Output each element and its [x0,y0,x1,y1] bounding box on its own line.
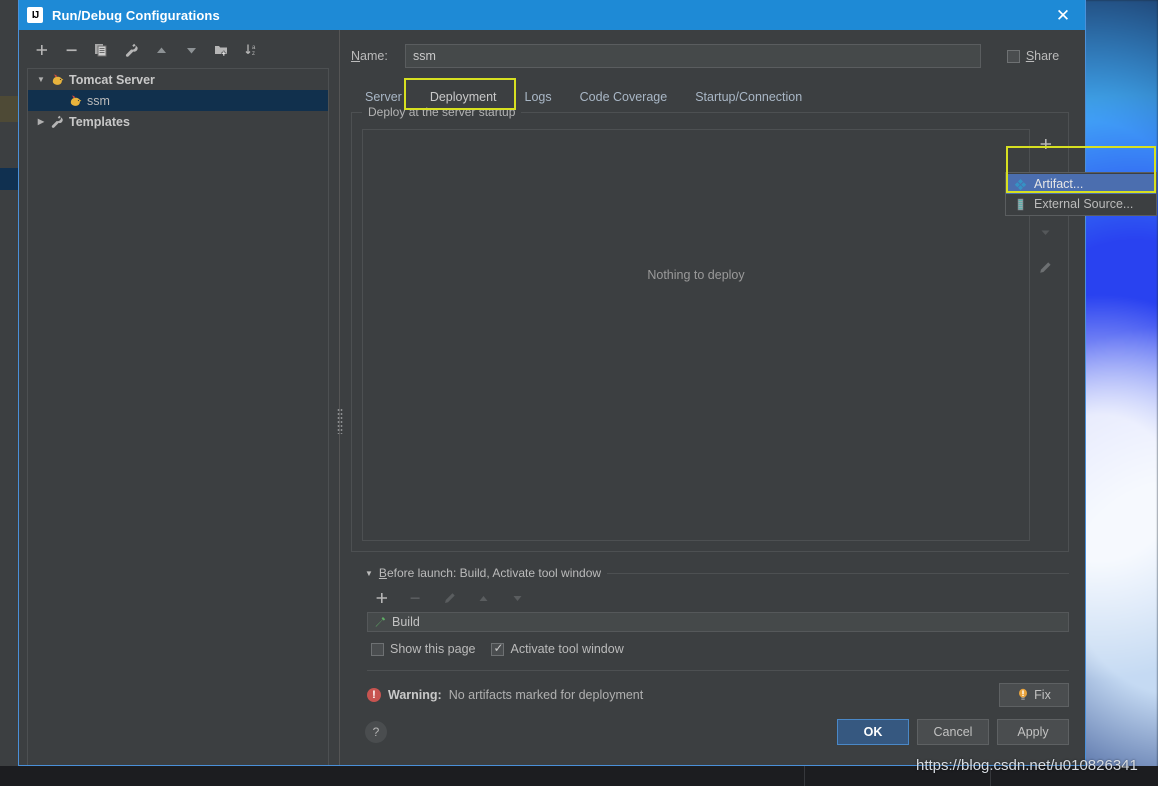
move-up-icon[interactable] [151,40,171,60]
pane-splitter[interactable] [337,30,343,765]
activate-tool-window-checkbox[interactable] [491,641,505,656]
external-source-icon [1014,198,1027,211]
name-input[interactable] [405,44,981,68]
warning-icon: ! [367,688,381,702]
wrench-icon [48,115,66,129]
configurations-toolbar: a z [19,36,337,64]
add-icon[interactable] [31,40,51,60]
close-icon[interactable]: ✕ [1049,1,1077,29]
tree-item-tomcat-server[interactable]: ▼ Tomcat Server [28,69,328,90]
lightbulb-icon [1017,688,1029,702]
fix-button-label: Fix [1034,688,1051,702]
tomcat-icon [48,73,66,87]
edit-pencil-icon [1034,257,1056,279]
add-icon[interactable] [371,588,391,608]
deployment-area: Nothing to deploy [362,113,1060,541]
add-artifact-icon[interactable] [1034,133,1056,155]
splitter-handle[interactable] [337,408,343,434]
warning-row: ! Warning: No artifacts marked for deplo… [367,683,1069,707]
tab-label: Code Coverage [579,90,668,104]
dialog-title: Run/Debug Configurations [52,7,220,23]
menu-item-label: External Source... [1034,197,1134,211]
tab-startup-connection[interactable]: Startup/Connection [681,84,816,112]
show-this-page-group[interactable]: Show this page [371,642,475,656]
tree-item-label: ssm [87,93,110,108]
sort-alphabetically-icon[interactable]: a z [241,40,261,60]
tab-label: Logs [524,90,552,104]
name-label-mnemonic: N [351,49,361,63]
deployment-group-title: Deploy at the server startup [362,105,522,119]
build-hammer-icon [374,616,386,628]
add-deployment-popup-menu[interactable]: Artifact... External Source... [1005,172,1157,216]
show-this-page-label: Show this page [390,642,476,656]
move-down-icon[interactable] [181,40,201,60]
dialog-titlebar: IJ Run/Debug Configurations ✕ [19,0,1085,30]
expand-arrow-icon[interactable]: ▶ [34,117,48,126]
svg-text:z: z [252,51,255,57]
ide-left-strip [0,0,18,766]
run-debug-configurations-dialog: IJ Run/Debug Configurations ✕ a z ▼ Tomc… [18,0,1086,766]
share-label: Share [1025,49,1060,63]
configurations-left-pane: a z ▼ Tomcat Server ssm ▶ Templates [19,30,337,765]
warning-prefix: Warning: [388,688,442,702]
configuration-editor-pane: Name: Share Server Deployment [343,30,1085,765]
screen: IJ Run/Debug Configurations ✕ a z ▼ Tomc… [0,0,1158,786]
deployment-panel: Deploy at the server startup Nothing to … [351,105,1069,552]
activate-tool-window-group[interactable]: Activate tool window [491,641,624,656]
menu-item-artifact[interactable]: Artifact... [1006,174,1156,194]
remove-icon [405,588,425,608]
deployment-list[interactable]: Nothing to deploy [362,129,1030,541]
tab-label: Server [365,90,402,104]
ok-button[interactable]: OK [837,719,909,745]
activate-tool-window-label: Activate tool window [510,642,624,656]
tab-code-coverage[interactable]: Code Coverage [566,84,682,112]
move-down-icon [1034,221,1056,243]
menu-item-external-source[interactable]: External Source... [1006,194,1156,214]
configurations-tree[interactable]: ▼ Tomcat Server ssm ▶ Templates [27,68,329,765]
fix-button[interactable]: Fix [999,683,1069,707]
before-launch-task-row[interactable]: Build [367,612,1069,632]
share-checkbox-group[interactable]: Share [981,49,1085,63]
tree-item-label: Templates [69,114,130,129]
wrench-icon[interactable] [121,40,141,60]
dialog-body: a z ▼ Tomcat Server ssm ▶ Templates Name… [19,30,1085,765]
expand-arrow-icon[interactable]: ▼ [34,75,48,84]
apply-button[interactable]: Apply [997,719,1069,745]
help-button[interactable]: ? [365,721,387,743]
before-launch-task-label: Build [392,615,420,629]
name-label: Name: [351,49,405,63]
tree-item-ssm[interactable]: ssm [28,90,328,111]
deployment-group-title-text: Deploy at the server startup [368,105,516,119]
copy-icon[interactable] [91,40,111,60]
move-down-icon [507,588,527,608]
tab-label: Startup/Connection [695,90,803,104]
cancel-button[interactable]: Cancel [917,719,989,745]
remove-icon[interactable] [61,40,81,60]
share-checkbox[interactable] [1006,49,1020,63]
tree-item-label: Tomcat Server [69,72,155,87]
tree-item-templates[interactable]: ▶ Templates [28,111,328,132]
before-launch-toolbar [371,588,1085,608]
new-folder-icon[interactable] [211,40,231,60]
before-launch-header[interactable]: ▼ Before launch: Build, Activate tool wi… [365,566,1085,580]
edit-pencil-icon [439,588,459,608]
tab-label: Deployment [429,90,497,104]
nothing-to-deploy-text: Nothing to deploy [647,268,745,282]
dialog-buttons: OK Cancel Apply [837,719,1069,745]
artifact-diamond-icon [1014,178,1027,191]
watermark: https://blog.csdn.net/u010826341 [916,757,1138,774]
before-launch-title: Before launch: Build, Activate tool wind… [378,566,602,580]
name-row: Name: Share [351,44,1085,68]
before-launch-options: Show this page Activate tool window [371,641,1085,656]
collapse-arrow-icon[interactable]: ▼ [365,569,373,578]
header-rule [607,572,1069,574]
menu-item-label: Artifact... [1034,177,1084,191]
intellij-logo-icon: IJ [27,7,43,23]
move-up-icon [473,588,493,608]
tomcat-icon [66,94,84,108]
footer-separator [367,670,1069,671]
show-this-page-checkbox[interactable] [371,642,384,656]
warning-message: No artifacts marked for deployment [448,688,644,702]
name-label-rest: ame: [360,49,388,63]
